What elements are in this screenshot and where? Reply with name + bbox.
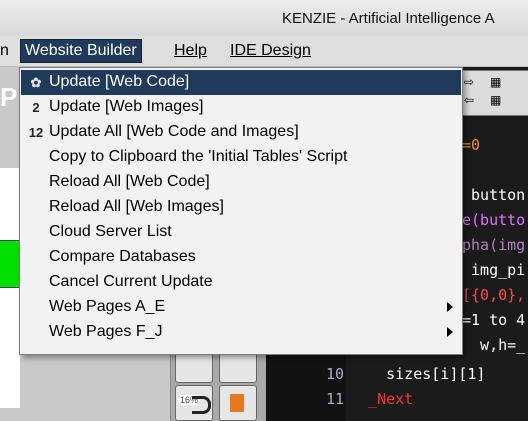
code-line: button [462,186,526,204]
left-pane-char: P [0,82,18,112]
left-white-area [0,168,20,408]
arrow-left-icon[interactable]: ⇦ [464,93,474,107]
title-bar: KENZIE - Artificial Intelligence A [0,0,528,37]
menu-website-builder[interactable]: Website Builder [20,39,142,63]
menu-item-cloud-server-list[interactable]: Cloud Server List [21,220,461,245]
grid-icon[interactable]: ▦ [490,93,501,107]
grid-icon[interactable]: ▦ [490,75,501,89]
menu-item-update-all[interactable]: 12 Update All [Web Code and Images] [21,120,461,145]
code-line: sizes[i][1] [350,365,486,383]
menu-item-label: Reload All [Web Images] [49,198,224,215]
menu-item-update-web-images[interactable]: 2 Update [Web Images] [21,95,461,120]
percent-tool-button[interactable]: 16% [175,385,213,421]
menu-item-label: Reload All [Web Code] [49,173,210,190]
green-status-bar [0,240,20,288]
code-line: img_pi [462,261,526,279]
menu-item-web-pages-a-e[interactable]: Web Pages A_E [21,295,461,320]
count-badge: 12 [28,125,44,140]
menu-item-compare-databases[interactable]: Compare Databases [21,245,461,270]
window-title: KENZIE - Artificial Intelligence A [282,10,495,27]
code-line: =0 [462,136,481,154]
menu-item-update-web-code[interactable]: ✿ Update [Web Code] [21,70,461,95]
gear-icon: ✿ [30,75,42,90]
menu-ide-design[interactable]: IDE Design [226,40,315,62]
pill-icon [192,396,211,414]
resize-tool-button[interactable] [219,385,257,421]
editor-toolbar: ⇨ ⇦ ▦ ▦ [459,70,528,116]
line-number: 10 [326,365,345,383]
arrow-right-icon[interactable]: ⇨ [464,75,474,89]
line-number: 11 [326,390,345,408]
menu-item-label: Copy to Clipboard the 'Initial Tables' S… [49,148,348,165]
menu-item-label: Web Pages A_E [49,298,166,315]
menu-item-web-pages-f-j[interactable]: Web Pages F_J [21,320,461,345]
menu-item-label: Update [Web Images] [49,98,204,115]
submenu-arrow-icon [447,302,453,312]
menu-bar: n Website Builder Help IDE Design [0,36,528,67]
code-line: pha(img [462,236,526,254]
menu-item-label: Cloud Server List [49,223,172,240]
website-builder-dropdown: ✿ Update [Web Code] 2 Update [Web Images… [19,67,463,355]
menu-item-reload-web-code[interactable]: Reload All [Web Code] [21,170,461,195]
menu-item-partial[interactable]: n [0,40,13,62]
menu-item-label: Cancel Current Update [49,273,213,290]
menu-item-label: Compare Databases [49,248,196,265]
menu-item-label: Update [Web Code] [49,73,190,90]
submenu-arrow-icon [447,327,453,337]
code-line: [{0,0}, [462,286,526,304]
menu-item-label: Update All [Web Code and Images] [49,123,299,140]
code-line: w,h=_ [462,336,526,354]
resize-icon [230,394,244,412]
code-line: =1 to 4 [462,311,526,329]
menu-item-reload-web-images[interactable]: Reload All [Web Images] [21,195,461,220]
menu-help[interactable]: Help [170,40,211,62]
menu-item-copy-initial-tables[interactable]: Copy to Clipboard the 'Initial Tables' S… [21,145,461,170]
menu-item-cancel-update[interactable]: Cancel Current Update [21,270,461,295]
image-update-icon: 2 [32,100,40,115]
menu-item-label: Web Pages F_J [49,323,163,340]
code-line: _Next [350,390,414,408]
code-line: e(butto [462,211,526,229]
